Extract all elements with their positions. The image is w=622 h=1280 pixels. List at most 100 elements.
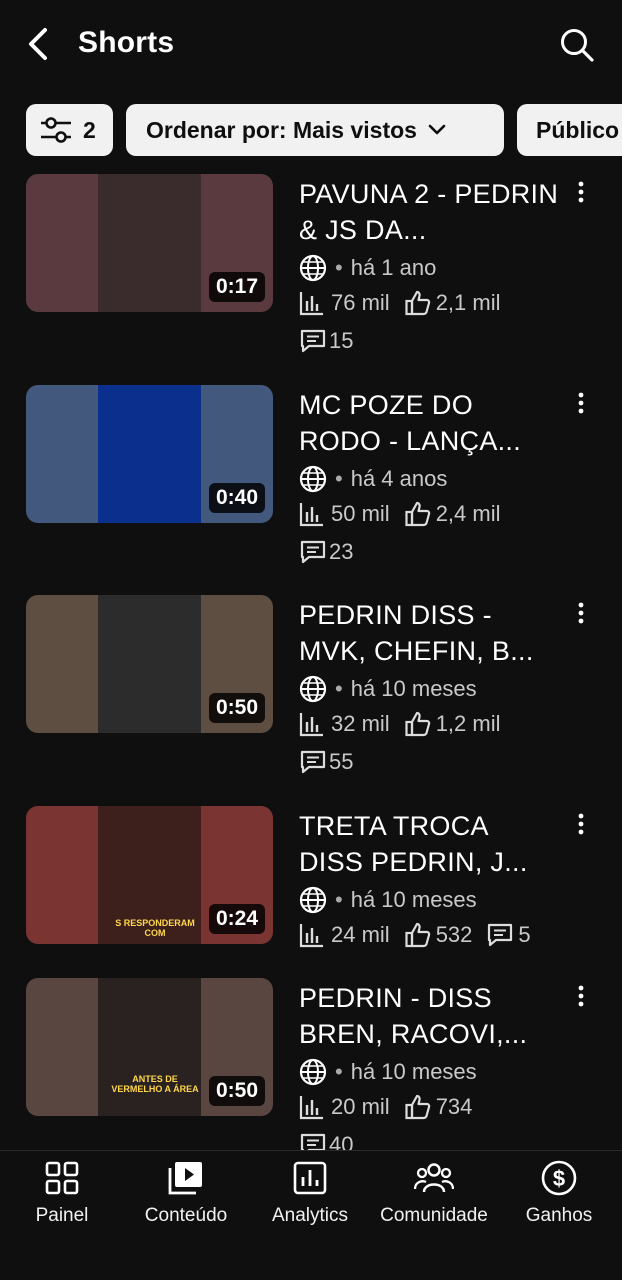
video-title[interactable]: PEDRIN DISS - MVK, CHEFIN, B... (299, 597, 559, 669)
video-title[interactable]: TRETA TROCA DISS PEDRIN, J... (299, 808, 559, 880)
video-duration: 0:50 (208, 1076, 265, 1106)
page-title: Shorts (78, 26, 175, 59)
published-age: há 1 ano (350, 255, 437, 280)
comment-icon (486, 921, 514, 949)
thumbnail-image (98, 385, 201, 523)
comment-icon (299, 327, 327, 355)
views-icon (299, 922, 325, 948)
video-list-item[interactable]: 0:50 PEDRIN DISS - MVK, CHEFIN, B... • h… (0, 595, 622, 795)
more-options-button[interactable] (570, 982, 592, 1010)
comment-count: 55 (329, 749, 354, 774)
nav-item-ganhos[interactable]: $ Ganhos (497, 1157, 621, 1237)
nav-item-conteudo[interactable]: Conteúdo (124, 1157, 248, 1237)
video-list-item[interactable]: 0:40 MC POZE DO RODO - LANÇA... • há 4 a… (0, 385, 622, 585)
more-vert-icon (577, 392, 585, 414)
like-count: 2,4 mil (435, 501, 501, 526)
community-icon (414, 1157, 454, 1199)
comments-row: 15 (299, 326, 353, 356)
header: Shorts (0, 0, 622, 90)
search-icon (559, 27, 595, 63)
video-thumbnail[interactable]: 0:17 (26, 174, 273, 312)
more-options-button[interactable] (570, 599, 592, 627)
filter-chip[interactable]: 2 (26, 104, 113, 156)
separator-dot: • (335, 466, 343, 491)
published-age: há 10 meses (350, 1059, 477, 1084)
more-vert-icon (577, 985, 585, 1007)
separator-dot: • (335, 1059, 343, 1084)
nav-item-painel[interactable]: Painel (0, 1157, 124, 1237)
analytics-icon (292, 1157, 328, 1199)
video-title[interactable]: PEDRIN - DISS BREN, RACOVI,... (299, 980, 559, 1052)
nav-label: Painel (35, 1205, 89, 1226)
filter-count: 2 (83, 116, 96, 143)
thumbnail-caption: ANTES DE VERMELHO A ÁREA (111, 1074, 199, 1094)
sort-label: Ordenar por: Mais vistos (146, 116, 417, 143)
shorts-list: 0:17 PAVUNA 2 - PEDRIN & JS DA... • há 1… (0, 174, 622, 1150)
like-icon (404, 710, 432, 738)
earnings-icon: $ (540, 1157, 578, 1199)
video-thumbnail[interactable]: 0:40 (26, 385, 273, 523)
thumbnail-image (98, 595, 201, 733)
more-vert-icon (577, 602, 585, 624)
like-icon (404, 289, 432, 317)
like-count: 734 (435, 1094, 473, 1119)
like-icon (404, 1093, 432, 1121)
more-options-button[interactable] (570, 810, 592, 838)
video-list-item[interactable]: S RESPONDERAM COM 0:24 TRETA TROCA DISS … (0, 806, 622, 1006)
video-list-item[interactable]: ANTES DE VERMELHO A ÁREA 0:50 PEDRIN - D… (0, 978, 622, 1150)
comment-icon (299, 1131, 327, 1150)
thumbnail-caption: S RESPONDERAM COM (115, 918, 195, 938)
globe-icon (299, 1058, 327, 1086)
search-button[interactable] (556, 24, 598, 66)
back-button[interactable] (22, 26, 54, 62)
sort-chip[interactable]: Ordenar por: Mais vistos (126, 104, 504, 156)
visibility-row: • há 10 meses (299, 674, 477, 704)
chevron-down-icon (427, 123, 447, 137)
like-count: 2,1 mil (435, 290, 501, 315)
more-options-button[interactable] (570, 389, 592, 417)
nav-label: Ganhos (525, 1205, 593, 1226)
comment-icon (299, 538, 327, 566)
like-count: 1,2 mil (435, 711, 501, 736)
more-options-button[interactable] (570, 178, 592, 206)
nav-label: Comunidade (380, 1205, 488, 1226)
more-vert-icon (577, 813, 585, 835)
stats-row: 50 mil 2,4 mil (299, 499, 500, 529)
visibility-chip[interactable]: Público (517, 104, 622, 156)
comments-row: 40 (299, 1130, 353, 1150)
video-duration: 0:50 (208, 693, 265, 723)
globe-icon (299, 465, 327, 493)
filter-sliders-icon (39, 115, 73, 145)
visibility-row: • há 1 ano (299, 253, 436, 283)
video-title[interactable]: MC POZE DO RODO - LANÇA... (299, 387, 559, 459)
visibility-row: • há 10 meses (299, 1057, 477, 1087)
nav-item-comunidade[interactable]: Comunidade (372, 1157, 496, 1237)
nav-item-analytics[interactable]: Analytics (248, 1157, 372, 1237)
video-thumbnail[interactable]: ANTES DE VERMELHO A ÁREA 0:50 (26, 978, 273, 1116)
view-count: 50 mil (331, 501, 390, 526)
view-count: 24 mil (331, 922, 390, 947)
comments-row: 23 (299, 537, 353, 567)
dashboard-icon (44, 1157, 80, 1199)
video-duration: 0:17 (208, 272, 265, 302)
stats-row: 76 mil 2,1 mil (299, 288, 500, 318)
video-title[interactable]: PAVUNA 2 - PEDRIN & JS DA... (299, 176, 559, 248)
view-count: 76 mil (331, 290, 390, 315)
visibility-row: • há 10 meses (299, 885, 477, 915)
views-icon (299, 501, 325, 527)
visibility-row: • há 4 anos (299, 464, 447, 494)
comment-icon (299, 748, 327, 776)
stats-row: 24 mil 532 5 (299, 920, 531, 950)
video-list-item[interactable]: 0:17 PAVUNA 2 - PEDRIN & JS DA... • há 1… (0, 174, 622, 374)
published-age: há 10 meses (350, 676, 477, 701)
filter-chip-bar: 2 Ordenar por: Mais vistos Público (0, 104, 622, 158)
published-age: há 10 meses (350, 887, 477, 912)
thumbnail-image (98, 174, 201, 312)
comment-count: 23 (329, 539, 354, 564)
views-icon (299, 711, 325, 737)
video-thumbnail[interactable]: 0:50 (26, 595, 273, 733)
view-count: 20 mil (331, 1094, 390, 1119)
video-thumbnail[interactable]: S RESPONDERAM COM 0:24 (26, 806, 273, 944)
separator-dot: • (335, 676, 343, 701)
stats-row: 20 mil 734 (299, 1092, 472, 1122)
